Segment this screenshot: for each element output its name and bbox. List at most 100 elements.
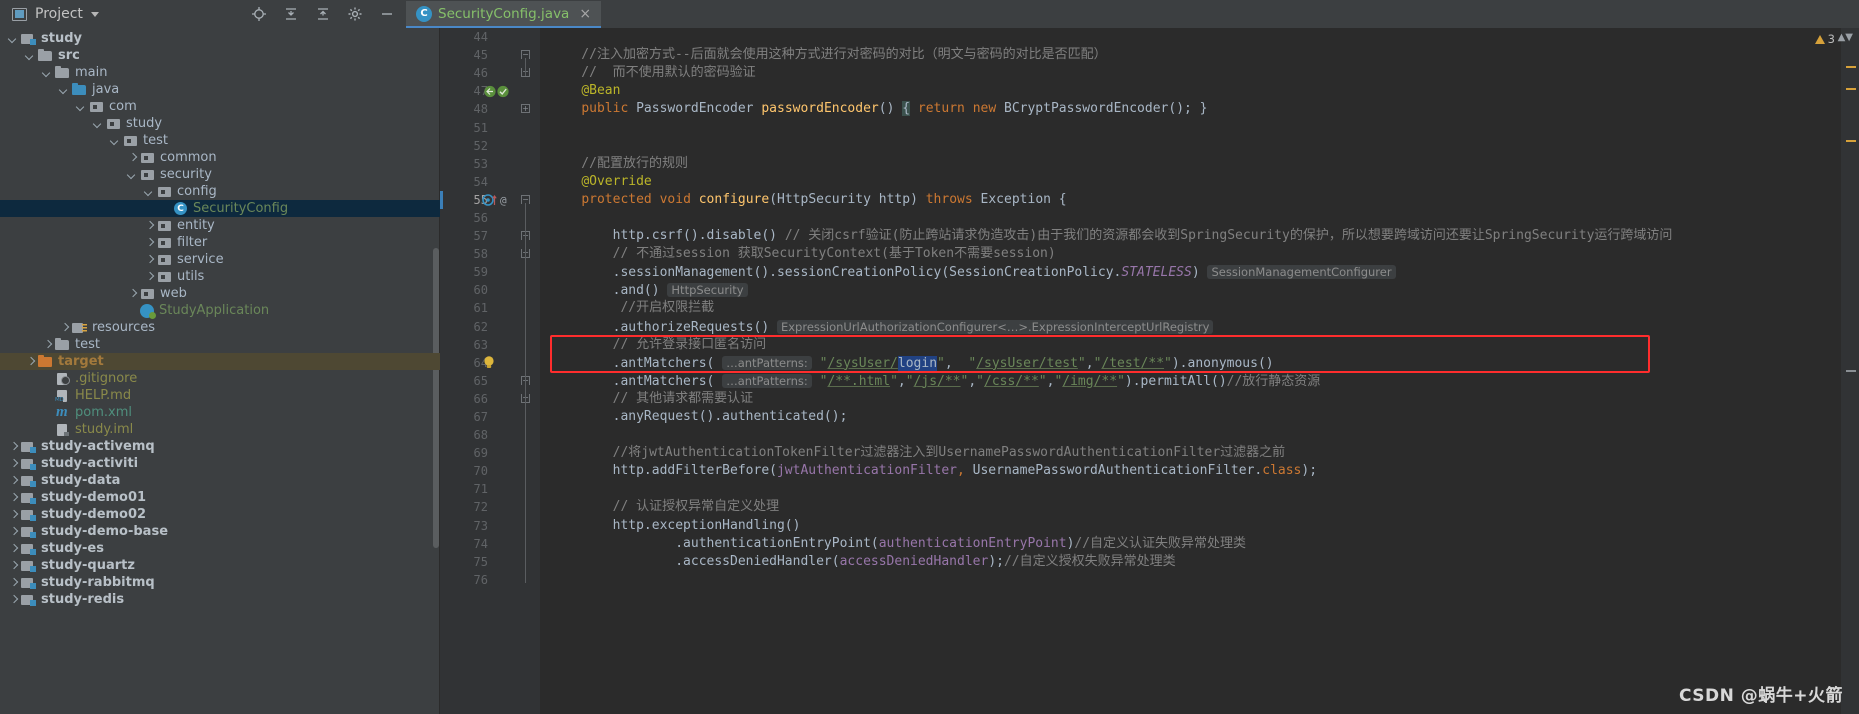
code-line-74[interactable]: .authenticationEntryPoint(authentication… — [540, 535, 1841, 553]
tree-item-study[interactable]: study — [0, 30, 440, 47]
settings-gear-icon[interactable] — [346, 5, 364, 23]
editor-gutter[interactable]: 4445−46−4748+5152535455@−5657−58−5960616… — [440, 28, 540, 714]
chevron-right-icon[interactable] — [127, 288, 138, 299]
chevron-down-icon[interactable] — [90, 11, 99, 17]
tree-item-test[interactable]: test — [0, 336, 440, 353]
chevron-right-icon[interactable] — [8, 492, 19, 503]
locate-icon[interactable] — [250, 5, 268, 23]
tree-item-pom-xml[interactable]: pom.xml — [0, 404, 440, 421]
tree-item-main[interactable]: main — [0, 64, 440, 81]
code-line-56[interactable] — [540, 209, 1841, 227]
code-line-71[interactable] — [540, 480, 1841, 498]
marker-stripe[interactable] — [1846, 370, 1856, 372]
tree-item-study-demo-base[interactable]: study-demo-base — [0, 523, 440, 540]
collapse-all-icon[interactable] — [282, 5, 300, 23]
chevron-right-icon[interactable] — [8, 594, 19, 605]
tree-item-src[interactable]: src — [0, 47, 440, 64]
tree-item-study-quartz[interactable]: study-quartz — [0, 557, 440, 574]
code-line-59[interactable]: .sessionManagement().sessionCreationPoli… — [540, 263, 1841, 281]
chevron-down-icon[interactable] — [59, 84, 70, 95]
chevron-right-icon[interactable] — [42, 339, 53, 350]
chevron-right-icon[interactable] — [59, 322, 70, 333]
gutter-line-51[interactable]: 51 — [440, 118, 540, 136]
chevron-down-icon[interactable] — [110, 135, 121, 146]
code-line-70[interactable]: http.addFilterBefore(jwtAuthenticationFi… — [540, 462, 1841, 480]
marker-stripe[interactable] — [1846, 66, 1856, 68]
chevron-down-icon[interactable] — [42, 67, 53, 78]
chevron-right-icon[interactable] — [8, 543, 19, 554]
code-line-53[interactable]: //配置放行的规则 — [540, 155, 1841, 173]
marker-stripe[interactable] — [1846, 88, 1856, 90]
tree-item-filter[interactable]: filter — [0, 234, 440, 251]
chevron-right-icon[interactable] — [8, 560, 19, 571]
tree-item-study-activiti[interactable]: study-activiti — [0, 455, 440, 472]
chevron-right-icon[interactable] — [144, 237, 155, 248]
gutter-line-54[interactable]: 54 — [440, 173, 540, 191]
chevron-right-icon[interactable] — [144, 271, 155, 282]
tree-item-entity[interactable]: entity — [0, 217, 440, 234]
tree-item-study-rabbitmq[interactable]: study-rabbitmq — [0, 574, 440, 591]
tree-item-help-md[interactable]: HELP.md — [0, 387, 440, 404]
code-line-57[interactable]: http.csrf().disable() // 关闭csrf验证(防止跨站请求… — [540, 227, 1841, 245]
code-line-63[interactable]: // 允许登录接口匿名访问 — [540, 336, 1841, 354]
tree-item--gitignore[interactable]: .gitignore — [0, 370, 440, 387]
code-line-76[interactable] — [540, 571, 1841, 589]
code-line-62[interactable]: .authorizeRequests() ExpressionUrlAuthor… — [540, 318, 1841, 336]
code-line-55[interactable]: protected void configure(HttpSecurity ht… — [540, 191, 1841, 209]
code-line-60[interactable]: .and() HttpSecurity — [540, 281, 1841, 299]
code-line-69[interactable]: //将jwtAuthenticationTokenFilter过滤器注入到Use… — [540, 444, 1841, 462]
gutter-line-47[interactable]: 47 — [440, 82, 540, 100]
tree-item-com[interactable]: com — [0, 98, 440, 115]
marker-stripe[interactable] — [1846, 140, 1856, 142]
tree-item-study-activemq[interactable]: study-activemq — [0, 438, 440, 455]
chevron-right-icon[interactable] — [8, 441, 19, 452]
code-line-75[interactable]: .accessDeniedHandler(accessDeniedHandler… — [540, 553, 1841, 571]
tree-item-java[interactable]: java — [0, 81, 440, 98]
tree-item-studyapplication[interactable]: StudyApplication — [0, 302, 440, 319]
tree-item-common[interactable]: common — [0, 149, 440, 166]
gutter-line-44[interactable]: 44 — [440, 28, 540, 46]
tree-item-utils[interactable]: utils — [0, 268, 440, 285]
chevron-right-icon[interactable] — [8, 458, 19, 469]
code-line-61[interactable]: //开启权限拦截 — [540, 299, 1841, 317]
chevron-right-icon[interactable] — [8, 475, 19, 486]
code-line-66[interactable]: // 其他请求都需要认证 — [540, 390, 1841, 408]
code-line-52[interactable] — [540, 137, 1841, 155]
tree-item-config[interactable]: config — [0, 183, 440, 200]
code-line-65[interactable]: .antMatchers( …antPatterns: "/**.html","… — [540, 372, 1841, 390]
code-line-54[interactable]: @Override — [540, 173, 1841, 191]
editor-tab-securityconfig[interactable]: C SecurityConfig.java × — [406, 1, 602, 28]
chevron-right-icon[interactable] — [8, 577, 19, 588]
status-badge[interactable]: 3 — [1814, 32, 1835, 46]
tree-item-security[interactable]: security — [0, 166, 440, 183]
tree-item-service[interactable]: service — [0, 251, 440, 268]
tree-item-resources[interactable]: resources — [0, 319, 440, 336]
chevron-down-icon[interactable] — [25, 50, 36, 61]
chevron-right-icon[interactable] — [127, 152, 138, 163]
tree-item-target[interactable]: target — [0, 353, 440, 370]
lightbulb-icon[interactable] — [482, 355, 496, 373]
chevron-down-icon[interactable] — [127, 169, 138, 180]
chevron-down-icon[interactable] — [144, 186, 155, 197]
chevron-right-icon[interactable] — [25, 356, 36, 367]
close-icon[interactable]: × — [579, 7, 591, 21]
gutter-line-53[interactable]: 53 — [440, 155, 540, 173]
chevron-down-icon[interactable] — [76, 101, 87, 112]
code-line-58[interactable]: // 不通过session 获取SecurityContext(基于Token不… — [540, 245, 1841, 263]
code-line-67[interactable]: .anyRequest().authenticated(); — [540, 408, 1841, 426]
code-line-72[interactable]: // 认证授权异常自定义处理 — [540, 498, 1841, 516]
chevron-right-icon[interactable] — [144, 220, 155, 231]
code-line-51[interactable] — [540, 118, 1841, 136]
code-area[interactable]: //注入加密方式--后面就会使用这种方式进行对密码的对比（明文与密码的对比是否匹… — [540, 28, 1841, 714]
fold-expand-icon[interactable]: + — [521, 104, 530, 114]
code-editor[interactable]: 4445−46−4748+5152535455@−5657−58−5960616… — [440, 28, 1859, 714]
minimize-icon[interactable] — [378, 5, 396, 23]
tree-item-study-demo02[interactable]: study-demo02 — [0, 506, 440, 523]
code-line-68[interactable] — [540, 426, 1841, 444]
code-line-73[interactable]: http.exceptionHandling() — [540, 517, 1841, 535]
code-line-45[interactable]: //注入加密方式--后面就会使用这种方式进行对密码的对比（明文与密码的对比是否匹… — [540, 46, 1841, 64]
tree-item-study-demo01[interactable]: study-demo01 — [0, 489, 440, 506]
tree-item-study-es[interactable]: study-es — [0, 540, 440, 557]
chevron-down-icon[interactable] — [93, 118, 104, 129]
inspection-nav-icons[interactable]: ▲▼ — [1838, 32, 1853, 43]
